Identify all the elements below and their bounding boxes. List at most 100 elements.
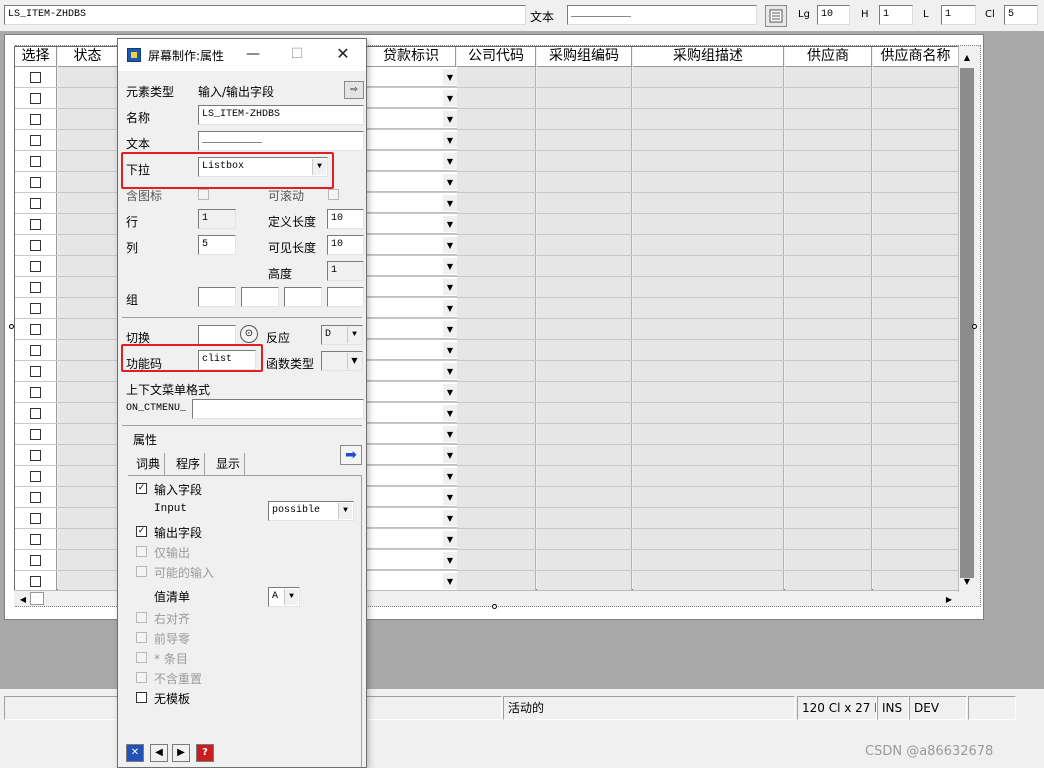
col-field[interactable]: 5 — [198, 235, 236, 255]
loan-flag-dropdown[interactable]: ▼ — [367, 382, 457, 402]
row-select-checkbox[interactable] — [30, 240, 41, 251]
loan-flag-dropdown[interactable]: ▼ — [367, 256, 457, 276]
chevron-down-icon[interactable]: ▼ — [443, 216, 457, 232]
chevron-down-icon[interactable]: ▼ — [347, 353, 361, 369]
row-select-checkbox[interactable] — [30, 282, 41, 293]
chevron-down-icon[interactable]: ▼ — [443, 426, 457, 442]
loan-flag-dropdown[interactable]: ▼ — [367, 67, 457, 87]
resize-handle-left[interactable] — [9, 324, 14, 329]
chevron-down-icon[interactable]: ▼ — [443, 279, 457, 295]
chevron-down-icon[interactable]: ▼ — [443, 342, 457, 358]
group-field-3[interactable] — [284, 287, 322, 307]
dropdown-select[interactable]: Listbox ▼ — [198, 157, 328, 177]
help-icon[interactable]: ? — [196, 744, 214, 762]
loan-flag-dropdown[interactable]: ▼ — [367, 298, 457, 318]
vertical-scrollbar[interactable]: ▲ ▼ — [958, 46, 974, 590]
row-select-checkbox[interactable] — [30, 576, 41, 587]
loan-flag-dropdown[interactable]: ▼ — [367, 109, 457, 129]
row-select-checkbox[interactable] — [30, 177, 41, 188]
next-icon[interactable]: ▶ — [172, 744, 190, 762]
scroll-right-icon[interactable]: ▶ — [942, 592, 956, 606]
row-select-checkbox[interactable] — [30, 114, 41, 125]
expand-icon[interactable]: ⇨ — [344, 81, 364, 99]
row-select-checkbox[interactable] — [30, 408, 41, 419]
chevron-down-icon[interactable]: ▼ — [443, 573, 457, 589]
loan-flag-dropdown[interactable]: ▼ — [367, 508, 457, 528]
row-select-checkbox[interactable] — [30, 492, 41, 503]
row-select-checkbox[interactable] — [30, 555, 41, 566]
input-field-checkbox[interactable]: ✓ — [136, 483, 147, 494]
column-header[interactable]: 供应商名称 — [873, 47, 959, 67]
vis-length-field[interactable]: 10 — [327, 235, 364, 255]
no-template-checkbox[interactable] — [136, 692, 147, 703]
scroll-left-icon[interactable]: ◀ — [16, 592, 30, 606]
row-select-checkbox[interactable] — [30, 72, 41, 83]
chevron-down-icon[interactable]: ▼ — [443, 552, 457, 568]
star-entry-checkbox[interactable] — [136, 652, 147, 663]
loan-flag-dropdown[interactable]: ▼ — [367, 403, 457, 423]
close-icon[interactable]: ✕ — [332, 43, 354, 65]
loan-flag-dropdown[interactable]: ▼ — [367, 319, 457, 339]
chevron-down-icon[interactable]: ▼ — [443, 111, 457, 127]
chevron-down-icon[interactable]: ▼ — [443, 132, 457, 148]
chevron-down-icon[interactable]: ▼ — [347, 327, 361, 343]
cl-field[interactable]: 5 — [1004, 5, 1038, 25]
l-field[interactable]: 1 — [941, 5, 976, 25]
loan-flag-dropdown[interactable]: ▼ — [367, 235, 457, 255]
leading-zero-checkbox[interactable] — [136, 632, 147, 643]
resize-handle-right[interactable] — [972, 324, 977, 329]
chevron-down-icon[interactable]: ▼ — [443, 300, 457, 316]
chevron-down-icon[interactable]: ▼ — [443, 174, 457, 190]
chevron-down-icon[interactable]: ▼ — [284, 589, 298, 605]
cancel-icon[interactable]: ✕ — [126, 744, 144, 762]
loan-flag-dropdown[interactable]: ▼ — [367, 571, 457, 591]
row-select-checkbox[interactable] — [30, 303, 41, 314]
row-select-checkbox[interactable] — [30, 471, 41, 482]
chevron-down-icon[interactable]: ▼ — [443, 489, 457, 505]
loan-flag-dropdown[interactable]: ▼ — [367, 487, 457, 507]
list-icon[interactable] — [765, 5, 787, 27]
possible-entries-checkbox[interactable] — [136, 566, 147, 577]
previous-icon[interactable]: ◀ — [150, 744, 168, 762]
def-length-field[interactable]: 10 — [327, 209, 364, 229]
group-field-2[interactable] — [241, 287, 279, 307]
row-select-checkbox[interactable] — [30, 324, 41, 335]
column-header[interactable]: 采购组编码 — [537, 47, 632, 67]
chevron-down-icon[interactable]: ▼ — [443, 258, 457, 274]
loan-flag-dropdown[interactable]: ▼ — [367, 277, 457, 297]
row-select-checkbox[interactable] — [30, 366, 41, 377]
loan-flag-dropdown[interactable]: ▼ — [367, 172, 457, 192]
chevron-down-icon[interactable]: ▼ — [312, 159, 326, 175]
h-field[interactable]: 1 — [879, 5, 913, 25]
hscroll-thumb[interactable] — [30, 592, 44, 605]
minimize-icon[interactable]: — — [242, 43, 264, 65]
dialog-titlebar[interactable]: 屏幕制作:属性 — ☐ ✕ — [118, 39, 366, 71]
chevron-down-icon[interactable]: ▼ — [443, 510, 457, 526]
scroll-up-icon[interactable]: ▲ — [960, 50, 974, 64]
column-header[interactable]: 贷款标识 — [367, 47, 456, 67]
column-header[interactable]: 供应商 — [785, 47, 872, 67]
row-select-checkbox[interactable] — [30, 534, 41, 545]
loan-flag-dropdown[interactable]: ▼ — [367, 361, 457, 381]
row-select-checkbox[interactable] — [30, 261, 41, 272]
lg-field[interactable]: 10 — [817, 5, 850, 25]
column-header[interactable]: 公司代码 — [457, 47, 536, 67]
loan-flag-dropdown[interactable]: ▼ — [367, 88, 457, 108]
switch-field[interactable] — [198, 325, 236, 345]
tab-program[interactable]: 程序 — [172, 453, 206, 475]
group-field-4[interactable] — [327, 287, 364, 307]
fn-type-select[interactable]: ▼ — [321, 351, 363, 371]
input-select[interactable]: possible ▼ — [268, 501, 354, 521]
loan-flag-dropdown[interactable]: ▼ — [367, 445, 457, 465]
row-select-checkbox[interactable] — [30, 345, 41, 356]
chevron-down-icon[interactable]: ▼ — [338, 503, 352, 519]
loan-flag-dropdown[interactable]: ▼ — [367, 529, 457, 549]
column-header[interactable]: 采购组描述 — [633, 47, 784, 67]
chevron-down-icon[interactable]: ▼ — [443, 321, 457, 337]
loan-flag-dropdown[interactable]: ▼ — [367, 130, 457, 150]
output-field-checkbox[interactable]: ✓ — [136, 526, 147, 537]
next-arrow-icon[interactable]: ➡ — [340, 445, 362, 465]
maximize-icon[interactable]: ☐ — [286, 43, 308, 65]
row-select-checkbox[interactable] — [30, 450, 41, 461]
element-text-field[interactable]: __________ — [567, 5, 757, 25]
